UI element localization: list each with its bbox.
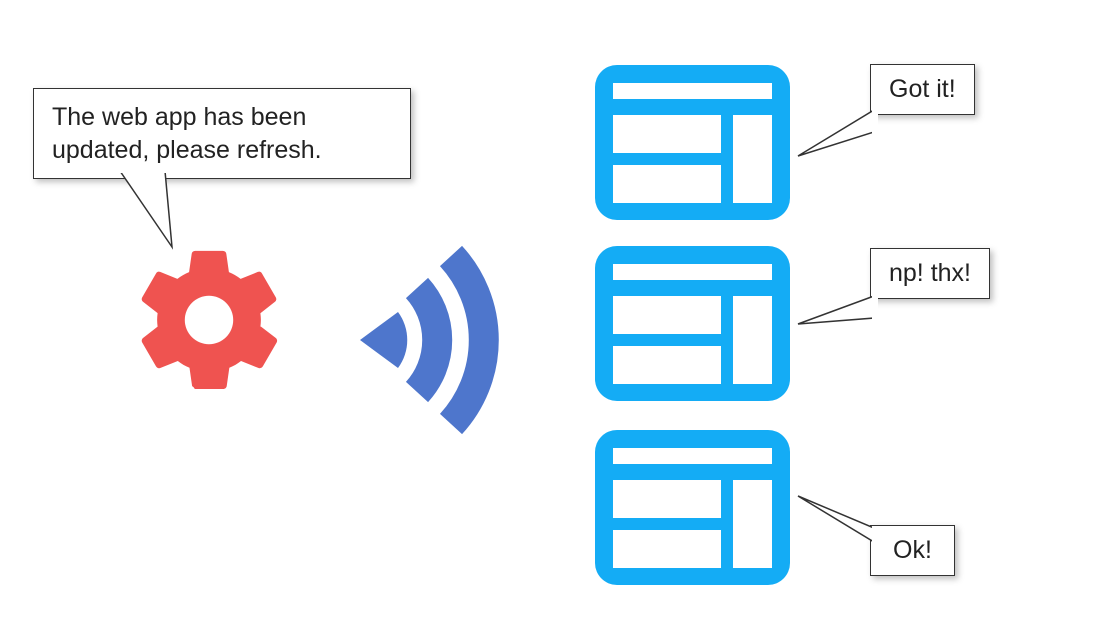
browser-tab-icon [595, 65, 790, 220]
browser-tab-icon [595, 430, 790, 585]
tab-reply-bubble: np! thx! [870, 248, 990, 299]
gear-icon [126, 237, 292, 403]
speech-tail-icon [794, 490, 884, 545]
tab-reply-text: Got it! [889, 75, 956, 103]
browser-tab-icon [595, 246, 790, 401]
gear-speech-text: The web app has been updated, please ref… [52, 103, 322, 164]
gear-speech-bubble: The web app has been updated, please ref… [33, 88, 411, 179]
speech-tail-icon [794, 294, 884, 344]
tab-reply-text: np! thx! [889, 259, 971, 287]
speech-tail-icon [794, 108, 884, 178]
broadcast-icon [330, 230, 550, 450]
tab-reply-text: Ok! [893, 536, 932, 564]
tab-reply-bubble: Got it! [870, 64, 975, 115]
